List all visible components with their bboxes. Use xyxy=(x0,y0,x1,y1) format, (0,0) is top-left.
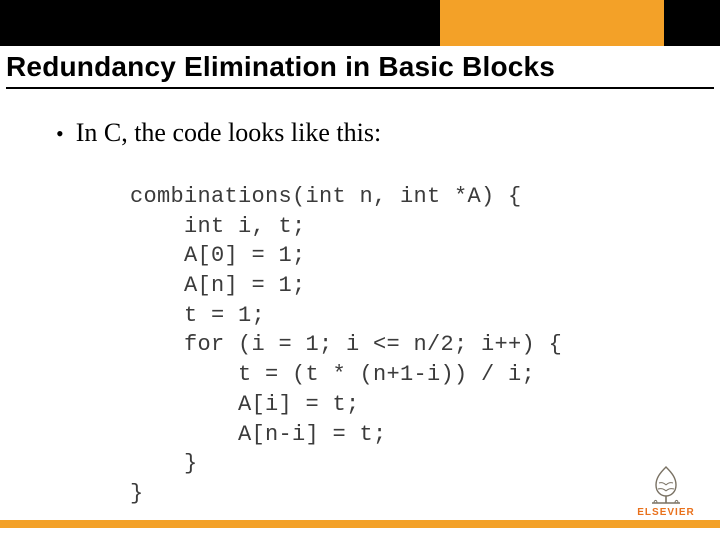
header-orange-block xyxy=(440,0,664,46)
slide: Redundancy Elimination in Basic Blocks •… xyxy=(0,0,720,540)
elsevier-tree-icon xyxy=(643,463,689,505)
footer-orange-bar xyxy=(0,520,720,528)
slide-title: Redundancy Elimination in Basic Blocks xyxy=(6,52,714,89)
publisher-logo: ELSEVIER xyxy=(630,463,702,518)
bullet-row: • In C, the code looks like this: xyxy=(56,118,381,148)
publisher-logo-text: ELSEVIER xyxy=(630,507,702,518)
bullet-dot-icon: • xyxy=(56,123,64,145)
bullet-text: In C, the code looks like this: xyxy=(76,118,381,148)
code-block: combinations(int n, int *A) { int i, t; … xyxy=(130,182,562,509)
